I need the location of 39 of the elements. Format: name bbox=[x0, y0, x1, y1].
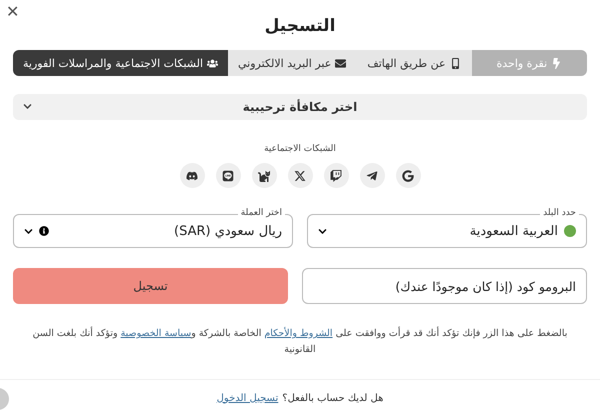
chevron-icon bbox=[318, 226, 327, 236]
register-button[interactable]: تسجيل bbox=[13, 268, 288, 304]
bolt-icon bbox=[551, 58, 562, 68]
discord-icon bbox=[186, 170, 198, 182]
telegram-icon bbox=[366, 170, 378, 182]
field-value: ريال سعودي (SAR) bbox=[173, 224, 282, 238]
terms-text: بالضغط على هذا الزر فإنك تؤكد أنك قد قرأت ووافقت على الشروط والأحكام الخاصة بالشركة وسياسة الخصوصية وتؤكد أنك بلغت السن القانونية bbox=[32, 326, 568, 357]
flag-icon bbox=[564, 225, 576, 237]
promo-code-field[interactable]: البرومو كود (إذا كان موجودًا عندك) bbox=[302, 268, 587, 304]
tab[interactable]: الشبكات الاجتماعية والمراسلات الفورية bbox=[13, 50, 228, 76]
line-button[interactable] bbox=[216, 163, 240, 188]
twitch-button[interactable] bbox=[324, 163, 348, 188]
bonus-dropdown[interactable]: اختر مكافأة ترحيبية bbox=[13, 94, 587, 120]
phone-icon bbox=[450, 58, 461, 68]
discord-button[interactable] bbox=[180, 163, 204, 188]
social-label: الشبكات الاجتماعية bbox=[263, 144, 337, 154]
dialog-title: التسجيل bbox=[264, 16, 336, 36]
login-link[interactable]: تسجيل الدخول bbox=[216, 392, 278, 404]
x-button[interactable] bbox=[288, 163, 312, 188]
privacy-link[interactable]: سياسة الخصوصية bbox=[120, 328, 192, 339]
chevron-icon bbox=[23, 102, 32, 111]
info-icon bbox=[39, 226, 49, 236]
google-button[interactable] bbox=[396, 163, 420, 188]
telegram-button[interactable] bbox=[360, 163, 384, 188]
twitch-icon bbox=[330, 170, 342, 182]
field-label: حدد البلد bbox=[540, 207, 579, 219]
envelope-icon bbox=[335, 58, 346, 68]
users-icon bbox=[207, 58, 218, 68]
field-label: اختر العملة bbox=[238, 207, 285, 219]
terms-link[interactable]: الشروط والأحكام bbox=[264, 328, 333, 339]
line-icon bbox=[222, 170, 234, 182]
close-button[interactable]: ✕ bbox=[2, 0, 23, 24]
x-icon bbox=[294, 170, 306, 182]
field-value: العربية السعودية bbox=[468, 224, 558, 238]
google-icon bbox=[402, 170, 414, 182]
chevron-icon bbox=[24, 226, 33, 236]
login-question: هل لديك حساب بالفعل؟ bbox=[282, 392, 384, 404]
tab[interactable]: عن طريق الهاتف bbox=[356, 50, 472, 76]
tab[interactable]: عبر البريد الالكتروني bbox=[228, 50, 356, 76]
